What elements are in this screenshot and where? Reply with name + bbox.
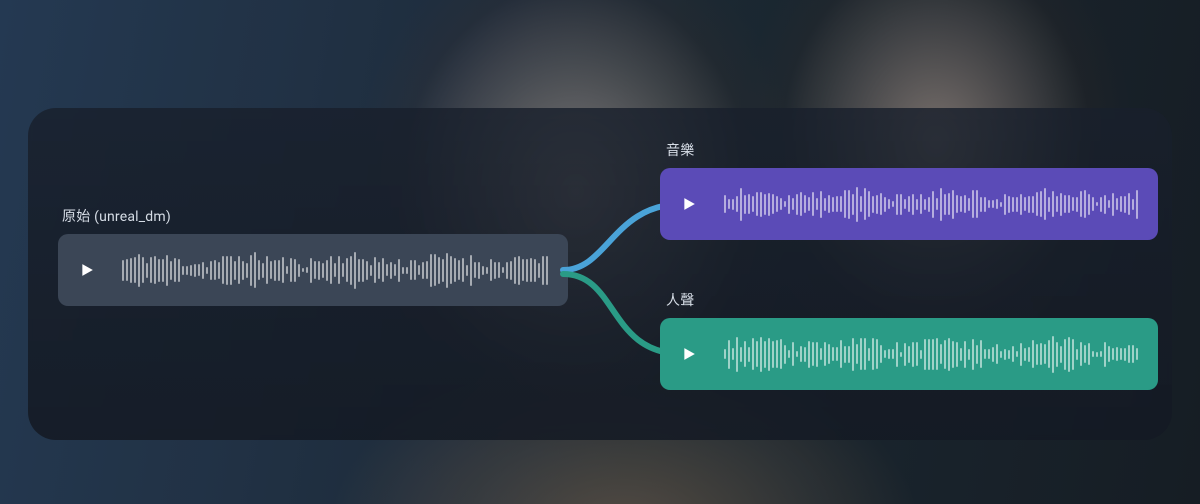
play-icon <box>80 263 94 277</box>
music-track <box>660 168 1158 240</box>
waveform-original <box>122 250 550 290</box>
music-track-label: 音樂 <box>666 140 694 160</box>
play-button-music[interactable] <box>678 193 700 215</box>
waveform-voice <box>724 334 1140 374</box>
voice-track <box>660 318 1158 390</box>
play-button-voice[interactable] <box>678 343 700 365</box>
play-icon <box>682 197 696 211</box>
voice-track-label: 人聲 <box>666 290 694 310</box>
play-button-original[interactable] <box>76 259 98 281</box>
original-track-label: 原始 (unreal_dm) <box>62 206 171 226</box>
original-track <box>58 234 568 306</box>
waveform-music <box>724 184 1140 224</box>
audio-separation-panel: 原始 (unreal_dm) 音樂 人聲 <box>28 108 1172 440</box>
play-icon <box>682 347 696 361</box>
